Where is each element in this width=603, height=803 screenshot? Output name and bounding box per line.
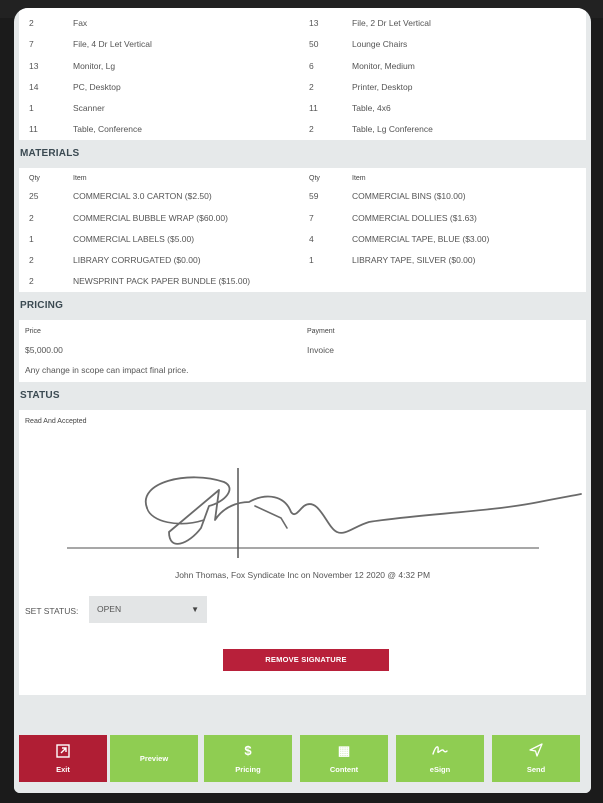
item-qty: 2 [309, 82, 314, 92]
item-qty: 1 [29, 103, 34, 113]
item-name: COMMERCIAL 3.0 CARTON ($2.50) [73, 191, 212, 201]
price-value: $5,000.00 [25, 345, 63, 355]
status-select[interactable]: OPEN ▼ [89, 596, 207, 623]
item-qty: 59 [309, 191, 319, 201]
remove-signature-button[interactable]: REMOVE SIGNATURE [223, 649, 389, 671]
payment-label: Payment [307, 328, 335, 335]
pricing-label: Pricing [235, 765, 261, 774]
item-name: COMMERCIAL DOLLIES ($1.63) [352, 213, 477, 223]
content-label: Content [329, 765, 359, 774]
item-name: COMMERCIAL TAPE, BLUE ($3.00) [352, 234, 490, 244]
item-name: COMMERCIAL BUBBLE WRAP ($60.00) [73, 213, 228, 223]
item-name: Scanner [73, 103, 105, 113]
list-item: 2 LIBRARY CORRUGATED ($0.00) 1 LIBRARY T… [19, 250, 586, 271]
item-qty: 7 [309, 213, 314, 223]
list-item: 2 COMMERCIAL BUBBLE WRAP ($60.00) 7 COMM… [19, 208, 586, 229]
item-qty: 14 [29, 82, 39, 92]
list-item: 11 Table, Conference 2 Table, Lg Confere… [19, 119, 586, 140]
section-title-materials: MATERIALS [20, 148, 80, 159]
list-item: 2 Fax 13 File, 2 Dr Let Vertical [19, 13, 586, 34]
item-qty: 11 [309, 103, 318, 113]
item-name: File, 4 Dr Let Vertical [73, 39, 152, 49]
item-qty: 13 [309, 18, 319, 28]
item-qty: 4 [309, 234, 314, 244]
list-item: 7 File, 4 Dr Let Vertical 50 Lounge Chai… [19, 34, 586, 55]
item-name: Table, Lg Conference [352, 124, 433, 134]
list-item: 13 Monitor, Lg 6 Monitor, Medium [19, 56, 586, 77]
list-item: 2 NEWSPRINT PACK PAPER BUNDLE ($15.00) [19, 271, 586, 292]
status-panel: Read And Accepted John Thomas, Fox Syndi… [19, 410, 586, 695]
section-title-status: STATUS [20, 390, 60, 401]
item-name: Printer, Desktop [352, 82, 413, 92]
list-item: 14 PC, Desktop 2 Printer, Desktop [19, 77, 586, 98]
list-item: 1 COMMERCIAL LABELS ($5.00) 4 COMMERCIAL… [19, 229, 586, 250]
exit-label: Exit [56, 765, 70, 774]
item-qty: 1 [29, 234, 34, 244]
signature-caption: John Thomas, Fox Syndicate Inc on Novemb… [174, 570, 431, 580]
item-name: Table, Conference [73, 124, 142, 134]
payment-value: Invoice [307, 345, 334, 355]
item-qty: 7 [29, 39, 34, 49]
item-name: Fax [73, 18, 88, 28]
item-qty: 2 [29, 213, 34, 223]
footer-toolbar: Exit Preview $ Pricing ▦ Content eSign S… [14, 726, 591, 793]
item-qty: 2 [309, 124, 314, 134]
item-qty: 2 [29, 276, 34, 286]
app-screen: 2 Fax 13 File, 2 Dr Let Vertical 7 File,… [14, 8, 591, 793]
item-qty: 25 [29, 191, 39, 201]
item-qty: 13 [29, 61, 39, 71]
equipment-panel: 2 Fax 13 File, 2 Dr Let Vertical 7 File,… [19, 8, 586, 140]
exit-icon [19, 743, 107, 759]
exit-button[interactable]: Exit [19, 735, 107, 782]
content-button[interactable]: ▦ Content [300, 735, 388, 782]
item-qty: 6 [309, 61, 314, 71]
pricing-panel: Price $5,000.00 Payment Invoice Any chan… [19, 320, 586, 382]
item-name: COMMERCIAL LABELS ($5.00) [73, 234, 195, 244]
signature-icon [396, 743, 484, 759]
chevron-down-icon: ▼ [191, 605, 199, 614]
set-status-label: SET STATUS: [25, 606, 79, 616]
list-item: 25 COMMERCIAL 3.0 CARTON ($2.50) 59 COMM… [19, 186, 586, 207]
price-label: Price [25, 328, 41, 335]
item-name: NEWSPRINT PACK PAPER BUNDLE ($15.00) [73, 276, 251, 286]
item-qty: 11 [29, 124, 38, 134]
item-name: PC, Desktop [73, 82, 121, 92]
item-qty: 2 [29, 255, 34, 265]
item-name: Lounge Chairs [352, 39, 408, 49]
materials-panel: Qty Item Qty Item 25 COMMERCIAL 3.0 CART… [19, 168, 586, 292]
esign-label: eSign [429, 765, 451, 774]
item-name: Monitor, Medium [352, 61, 415, 71]
dollar-icon: $ [244, 743, 252, 758]
item-name: Monitor, Lg [73, 61, 116, 71]
status-select-value: OPEN [97, 604, 122, 614]
esign-button[interactable]: eSign [396, 735, 484, 782]
send-icon [492, 743, 580, 759]
pricing-button[interactable]: $ Pricing [204, 735, 292, 782]
item-name: LIBRARY CORRUGATED ($0.00) [73, 255, 201, 265]
preview-button[interactable]: Preview [110, 735, 198, 782]
list-item: 1 Scanner 11 Table, 4x6 [19, 98, 586, 119]
scope-note: Any change in scope can impact final pri… [25, 365, 189, 375]
item-name: COMMERCIAL BINS ($10.00) [352, 191, 466, 201]
preview-label: Preview [139, 754, 169, 763]
item-name: Table, 4x6 [352, 103, 391, 113]
send-label: Send [526, 765, 546, 774]
send-button[interactable]: Send [492, 735, 580, 782]
grid-icon: ▦ [337, 743, 351, 758]
read-accepted-label: Read And Accepted [25, 418, 87, 425]
item-qty: 2 [29, 18, 34, 28]
section-title-pricing: PRICING [20, 300, 64, 311]
item-qty: 50 [309, 39, 319, 49]
item-name: File, 2 Dr Let Vertical [352, 18, 431, 28]
item-name: LIBRARY TAPE, SILVER ($0.00) [352, 255, 476, 265]
item-qty: 1 [309, 255, 314, 265]
